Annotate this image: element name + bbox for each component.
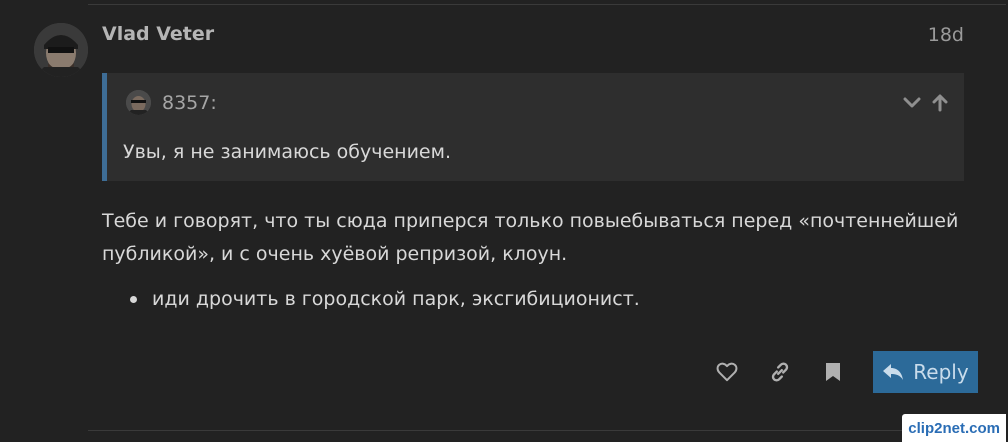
username[interactable]: Vlad Veter — [102, 23, 214, 45]
bullet-icon — [130, 295, 137, 303]
post-actions: Reply — [700, 351, 978, 393]
reply-button[interactable]: Reply — [873, 351, 978, 393]
post-date[interactable]: 18d — [928, 24, 964, 46]
bookmark-button[interactable] — [806, 351, 859, 393]
watermark-logo: clip2net.com — [902, 414, 1006, 442]
link-icon — [771, 362, 788, 382]
top-divider — [88, 4, 1006, 5]
quote-avatar-image — [126, 90, 151, 115]
heart-icon — [716, 362, 737, 382]
post-paragraph: Тебе и говорят, что ты сюда приперся тол… — [102, 210, 959, 265]
post-container: Vlad Veter 18d 8357: Увы, я не занимаюсь… — [0, 0, 1008, 442]
quote-controls — [902, 93, 950, 113]
quote-author-avatar[interactable] — [126, 90, 151, 115]
post-body: Тебе и говорят, что ты сюда приперся тол… — [102, 205, 972, 271]
quote-author: 8357: — [162, 92, 217, 114]
list-item-text: иди дрочить в городской парк, эксгибицио… — [152, 288, 640, 310]
bookmark-icon — [825, 363, 840, 381]
list-item: иди дрочить в городской парк, эксгибицио… — [130, 288, 640, 310]
quote-block: 8357: Увы, я не занимаюсь обучением. — [102, 73, 964, 181]
avatar-image — [34, 23, 88, 77]
arrow-up-icon[interactable] — [930, 93, 950, 113]
reply-arrow-icon — [883, 364, 904, 380]
chevron-down-icon[interactable] — [902, 93, 922, 113]
bottom-divider — [88, 430, 1006, 431]
share-link-button[interactable] — [753, 351, 806, 393]
like-button[interactable] — [700, 351, 753, 393]
quote-text: Увы, я не занимаюсь обучением. — [123, 141, 451, 163]
watermark-text: clip2net.com — [908, 419, 1000, 437]
user-avatar[interactable] — [34, 23, 88, 77]
post-list: иди дрочить в городской парк, эксгибицио… — [130, 288, 640, 310]
reply-label: Reply — [913, 360, 969, 384]
